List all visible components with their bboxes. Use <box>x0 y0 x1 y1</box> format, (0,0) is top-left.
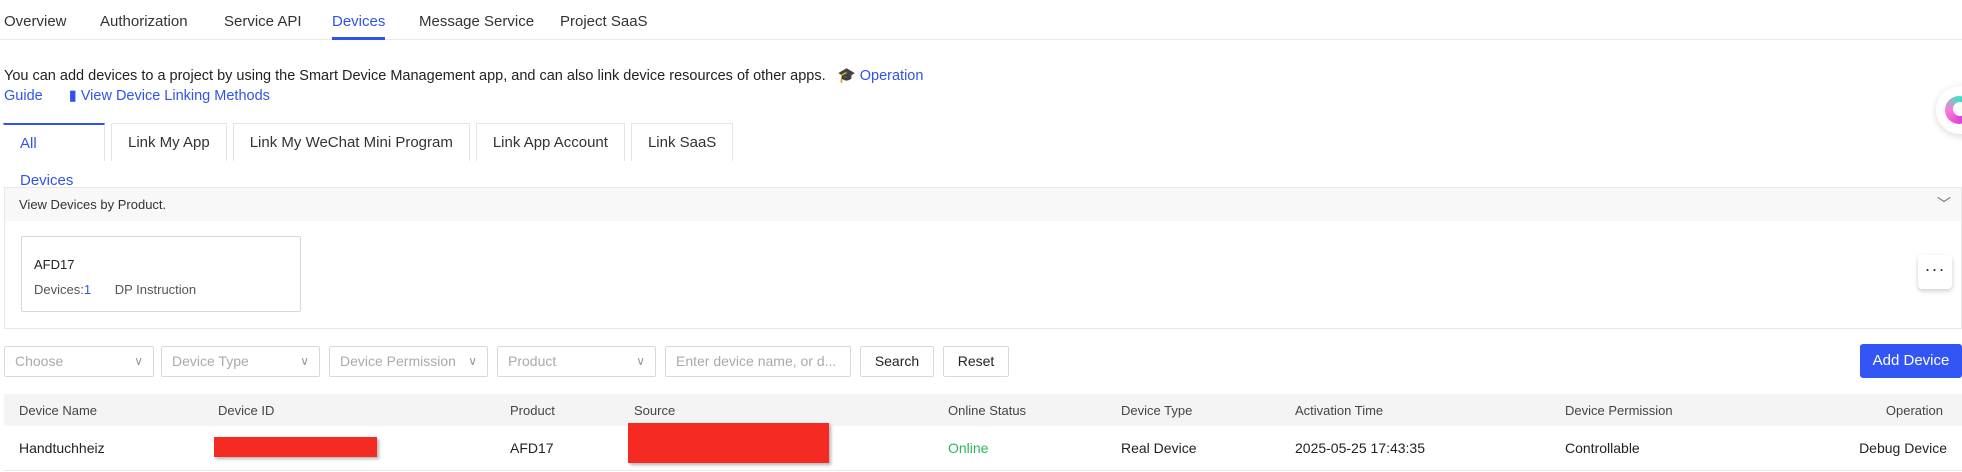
nav-authorization[interactable]: Authorization <box>100 13 188 30</box>
products-panel-header[interactable]: View Devices by Product. ﹀ <box>5 188 1961 221</box>
redacted-device-id <box>214 437 377 457</box>
device-tabs: All Devices Link My App Link My WeChat M… <box>3 123 734 189</box>
document-icon: ▮ <box>68 88 77 104</box>
tab-link-wechat-mini-program[interactable]: Link My WeChat Mini Program <box>232 123 470 161</box>
device-search-input[interactable]: Enter device name, or d... <box>665 346 851 377</box>
graduation-cap-icon: 🎓 <box>837 68 856 84</box>
nav-project-saas[interactable]: Project SaaS <box>560 13 648 30</box>
nav-service-api[interactable]: Service API <box>224 13 302 30</box>
tab-link-saas[interactable]: Link SaaS <box>630 123 734 161</box>
nav-overview[interactable]: Overview <box>4 13 67 30</box>
col-device-permission: Device Permission <box>1565 403 1673 418</box>
online-status: Online <box>948 440 989 456</box>
tab-link-my-app[interactable]: Link My App <box>111 123 227 161</box>
device-type-placeholder: Device Type <box>172 353 249 369</box>
chevron-down-icon: ∨ <box>300 354 309 368</box>
device-permission-placeholder: Device Permission <box>340 353 456 369</box>
col-device-type: Device Type <box>1121 403 1193 418</box>
device-name: Handtuchheiz <box>19 440 105 456</box>
tab-all-devices[interactable]: All Devices <box>3 123 105 189</box>
add-device-button[interactable]: Add Device <box>1860 344 1962 378</box>
choose-placeholder: Choose <box>15 353 64 369</box>
reset-button[interactable]: Reset <box>943 346 1009 377</box>
dp-instruction-link[interactable]: DP Instruction <box>115 282 196 297</box>
intro-text: You can add devices to a project by usin… <box>4 68 826 84</box>
table-row: Handtuchheiz AFD17 Online Real Device 20… <box>4 423 1962 471</box>
device-type: Real Device <box>1121 440 1197 456</box>
product-placeholder: Product <box>508 353 557 369</box>
intro-text-line: You can add devices to a project by usin… <box>4 67 923 84</box>
col-product: Product <box>510 403 555 418</box>
col-operation: Operation <box>1885 403 1943 418</box>
more-options-button[interactable]: ··· <box>1918 255 1952 289</box>
activation-time: 2025-05-25 17:43:35 <box>1295 440 1425 456</box>
col-online-status: Online Status <box>948 403 1027 418</box>
operation-guide-link-cont[interactable]: Guide <box>4 88 43 104</box>
products-panel: View Devices by Product. ﹀ AFD17 Devices:… <box>4 187 1962 329</box>
nav-message-service[interactable]: Message Service <box>419 13 534 30</box>
choose-select[interactable]: Choose ∨ <box>4 346 154 377</box>
col-device-id: Device ID <box>218 403 275 418</box>
product-select[interactable]: Product ∨ <box>497 346 656 377</box>
assistant-float-button[interactable] <box>1936 86 1962 134</box>
product-name: AFD17 <box>34 257 75 272</box>
device-type-select[interactable]: Device Type ∨ <box>161 346 320 377</box>
nav-devices[interactable]: Devices <box>332 13 386 40</box>
chevron-down-icon[interactable]: ﹀ <box>1937 188 1951 221</box>
tab-link-app-account[interactable]: Link App Account <box>475 123 625 161</box>
col-device-name: Device Name <box>19 403 98 418</box>
table-header: Device Name Device ID Product Source Onl… <box>4 394 1962 426</box>
products-panel-title: View Devices by Product. <box>19 197 167 212</box>
product-card[interactable]: AFD17 Devices:1 DP Instruction <box>21 236 301 312</box>
debug-device-link[interactable]: Debug Device <box>1859 440 1947 456</box>
device-permission: Controllable <box>1565 440 1640 456</box>
device-permission-select[interactable]: Device Permission ∨ <box>329 346 488 377</box>
col-source: Source <box>634 403 676 418</box>
search-button[interactable]: Search <box>860 346 934 377</box>
devices-label: Devices: <box>34 282 84 297</box>
redacted-source <box>628 423 829 463</box>
operation-guide-link[interactable]: 🎓 Operation <box>838 68 924 84</box>
operation-guide-label: Operation <box>859 68 924 84</box>
chevron-down-icon: ∨ <box>468 354 477 368</box>
view-linking-methods-link[interactable]: ▮ View Device Linking Methods <box>69 88 270 104</box>
chevron-down-icon: ∨ <box>134 354 143 368</box>
col-activation-time: Activation Time <box>1295 403 1384 418</box>
devices-count[interactable]: 1 <box>84 282 91 297</box>
view-linking-label: View Device Linking Methods <box>80 88 270 104</box>
top-nav: Overview Authorization Service API Devic… <box>0 0 1962 40</box>
device-product: AFD17 <box>510 440 554 456</box>
search-placeholder: Enter device name, or d... <box>676 353 837 369</box>
chevron-down-icon: ∨ <box>636 354 645 368</box>
